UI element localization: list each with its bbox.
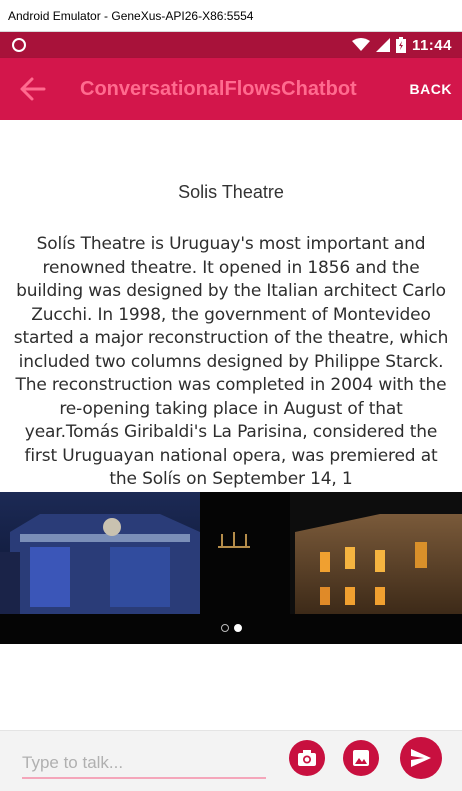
description-line: The reconstruction was completed in 2004… [15, 375, 447, 395]
signal-icon [375, 38, 390, 52]
send-button[interactable] [400, 737, 442, 779]
chat-content[interactable]: Solis Theatre Solís Theatre is Uruguay's… [0, 120, 462, 730]
description-line: building was designed by the Italian arc… [16, 281, 446, 301]
card-title: Solis Theatre [178, 182, 284, 202]
camera-icon [298, 750, 316, 766]
app-title: ConversationalFlowsChatbot [80, 78, 357, 100]
gallery-button[interactable] [343, 740, 379, 776]
emulator-window-title: Android Emulator - GeneXus-API26-X86:555… [0, 0, 462, 32]
carousel-dot-active[interactable] [233, 624, 242, 632]
back-arrow-icon[interactable] [18, 76, 46, 102]
wifi-icon [351, 38, 370, 51]
carousel-dot[interactable] [220, 624, 229, 632]
description-line: re-opening taking place in August of tha… [59, 398, 403, 419]
send-icon [411, 749, 431, 767]
description-line: Zucchi. In 1998, the government of Monte… [31, 304, 431, 325]
message-input[interactable] [22, 749, 266, 779]
description-line: included two columns designed by Philipp… [18, 351, 444, 372]
description-line: started a major reconstruction of the th… [13, 328, 449, 348]
notification-icon [12, 38, 26, 52]
description-line: year.Tomás Giribaldi's La Parisina, cons… [24, 422, 438, 442]
status-indicators: 11:44 [351, 32, 452, 58]
carousel-indicator [0, 624, 462, 632]
description-line: renowned theatre. It opened in 1856 and … [42, 257, 420, 278]
battery-icon [395, 37, 406, 53]
description-line: first Uruguayan national opera, was prem… [24, 445, 438, 466]
back-button[interactable]: BACK [410, 58, 452, 120]
description-line: the Solís on September 14, 1 [109, 469, 353, 489]
card-description: Solís Theatre is Uruguay's most importan… [0, 233, 462, 492]
theatre-photo [0, 492, 462, 614]
image-carousel[interactable] [0, 492, 462, 644]
app-bar: ConversationalFlowsChatbot BACK [0, 58, 462, 120]
clock: 11:44 [411, 36, 452, 54]
message-composer [0, 730, 462, 791]
image-icon [353, 750, 369, 766]
description-line: Solís Theatre is Uruguay's most importan… [36, 234, 426, 254]
status-bar: 11:44 [0, 32, 462, 58]
camera-button[interactable] [289, 740, 325, 776]
